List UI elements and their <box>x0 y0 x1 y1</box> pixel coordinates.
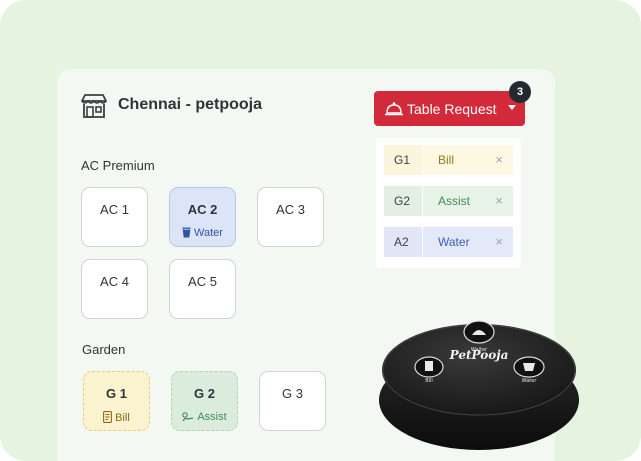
device-label-water: Water <box>522 378 538 384</box>
table-request-text: Water <box>194 227 223 239</box>
table-request-text: Assist <box>197 411 227 423</box>
device-label-waiter: Waiter <box>471 347 488 353</box>
table-tile-g-1[interactable]: G 1 Bill <box>83 371 150 431</box>
table-name: AC 5 <box>188 274 217 289</box>
table-tile-ac-5[interactable]: AC 5 <box>169 259 236 319</box>
table-tile-ac-3[interactable]: AC 3 <box>257 187 324 247</box>
device-label-bill: Bill <box>425 378 433 384</box>
waiter-button <box>463 320 495 344</box>
table-tile-g-3[interactable]: G 3 <box>259 371 326 431</box>
section-title-ac-premium: AC Premium <box>81 158 155 173</box>
close-icon[interactable]: × <box>495 227 503 257</box>
store-name: Chennai - petpooja <box>118 96 262 113</box>
table-name: G 3 <box>282 386 303 401</box>
table-tile-ac-4[interactable]: AC 4 <box>81 259 148 319</box>
table-name: AC 3 <box>276 202 305 217</box>
table-name: G 1 <box>106 386 127 401</box>
table-request-tag: Water <box>170 227 235 239</box>
store-icon <box>81 94 107 118</box>
table-request-button[interactable]: Table Request <box>374 91 525 126</box>
request-table: G2 <box>384 186 422 216</box>
request-row[interactable]: G1 Bill × <box>384 145 513 175</box>
section-title-garden: Garden <box>82 342 126 357</box>
water-button <box>513 356 545 378</box>
table-request-tag: Bill <box>84 411 149 424</box>
table-tile-g-2[interactable]: G 2 Assist <box>171 371 238 431</box>
table-tile-ac-1[interactable]: AC 1 <box>81 187 148 247</box>
table-request-tag: Assist <box>172 411 237 423</box>
bill-icon <box>103 411 113 423</box>
close-icon[interactable]: × <box>495 145 503 175</box>
close-icon[interactable]: × <box>495 186 503 216</box>
bell-icon <box>385 102 403 116</box>
request-row[interactable]: G2 Assist × <box>384 186 513 216</box>
table-name: AC 1 <box>100 202 129 217</box>
table-name: AC 4 <box>100 274 129 289</box>
request-table: A2 <box>384 227 422 257</box>
request-row[interactable]: A2 Water × <box>384 227 513 257</box>
water-glass-icon <box>182 227 191 238</box>
request-table: G1 <box>384 145 422 175</box>
requests-dropdown: G1 Bill × G2 Assist × A2 Water × <box>376 138 521 268</box>
table-request-text: Bill <box>115 412 130 424</box>
chevron-down-icon[interactable] <box>508 105 516 110</box>
waiter-call-device: PetPooja Waiter Bill Water <box>379 320 579 450</box>
table-name: AC 2 <box>187 202 218 217</box>
table-name: G 2 <box>194 386 215 401</box>
table-tile-ac-2[interactable]: AC 2 Water <box>169 187 236 247</box>
table-request-label: Table Request <box>407 101 497 117</box>
request-count-badge: 3 <box>509 81 531 103</box>
assist-icon <box>182 412 194 422</box>
bill-button <box>414 356 444 378</box>
